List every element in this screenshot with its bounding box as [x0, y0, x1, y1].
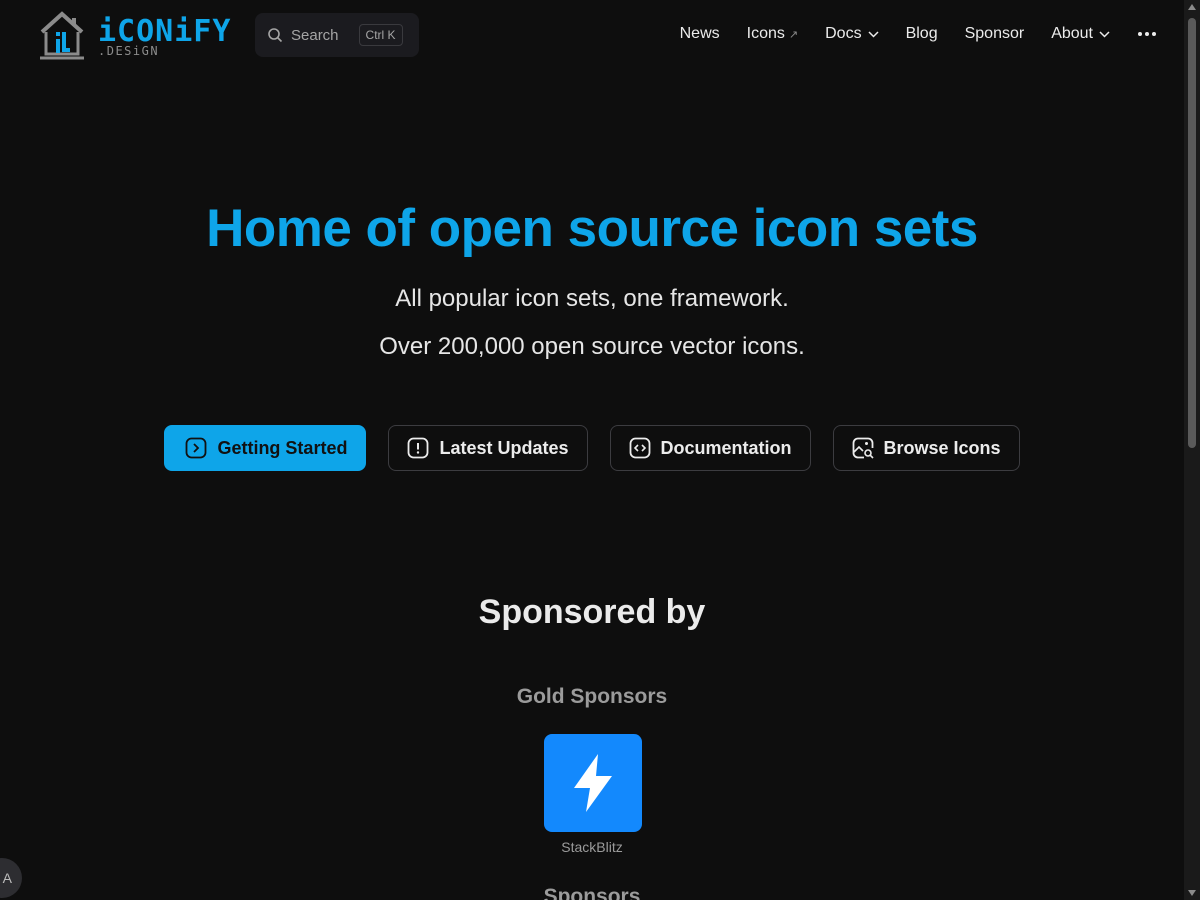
sponsor-name: StackBlitz — [561, 839, 623, 855]
button-label: Documentation — [660, 437, 792, 458]
search-button[interactable]: Search Ctrl K — [255, 13, 419, 57]
more-menu-icon[interactable] — [1138, 32, 1156, 36]
logo-subtext: .DESiGN — [98, 44, 160, 58]
hero-tagline: Over 200,000 open source vector icons. — [379, 333, 805, 360]
nav-label: Icons — [746, 25, 785, 42]
search-label: Search — [291, 26, 339, 44]
hero-tagline: All popular icon sets, one framework. — [395, 285, 789, 312]
nav-label: About — [1051, 25, 1093, 42]
nav-label: Blog — [905, 25, 938, 42]
nav-label: Sponsor — [964, 25, 1025, 42]
sponsors-heading: Sponsors — [543, 885, 641, 900]
image-search-icon — [852, 437, 874, 459]
code-square-icon — [629, 437, 650, 459]
sponsored-heading: Sponsored by — [478, 593, 706, 631]
nav-label: News — [679, 25, 720, 42]
nav-news[interactable]: News — [680, 25, 720, 43]
button-label: Getting Started — [217, 437, 348, 458]
alert-square-icon — [408, 437, 429, 459]
lightning-bolt-icon — [574, 754, 612, 812]
browse-icons-button[interactable]: Browse Icons — [832, 425, 1020, 471]
iconify-logo[interactable]: iCONiFY .DESiGN — [38, 10, 230, 60]
external-link-icon: ↗ — [788, 28, 799, 41]
hero-title: Home of open source icon sets — [206, 199, 978, 258]
search-shortcut: Ctrl K — [358, 24, 403, 46]
nav-label: Docs — [825, 25, 862, 42]
nav-blog[interactable]: Blog — [906, 25, 938, 43]
chevron-down-icon — [1099, 31, 1110, 38]
chevron-right-square-icon — [186, 437, 207, 459]
getting-started-button[interactable]: Getting Started — [164, 425, 367, 471]
nav-icons[interactable]: Icons ↗ — [747, 25, 798, 43]
latest-updates-button[interactable]: Latest Updates — [388, 425, 588, 471]
page-scrollbar[interactable] — [1184, 0, 1200, 900]
main-nav: News Icons ↗ Docs Blog Sponsor About — [653, 22, 1156, 46]
scroll-down-arrow-icon[interactable] — [1188, 890, 1196, 896]
button-label: Browse Icons — [883, 437, 1001, 458]
chevron-down-icon — [868, 31, 879, 38]
scrollbar-thumb[interactable] — [1188, 18, 1196, 448]
translate-icon: A — [2, 870, 12, 886]
hero-actions: Getting Started Latest Updates Documenta… — [0, 425, 1184, 471]
nav-docs[interactable]: Docs — [825, 25, 879, 43]
nav-about[interactable]: About — [1051, 25, 1110, 43]
gold-sponsors-heading: Gold Sponsors — [516, 685, 668, 708]
site-header: iCONiFY .DESiGN Search Ctrl K News Icons… — [0, 0, 1184, 70]
search-icon — [268, 28, 283, 43]
scroll-up-arrow-icon[interactable] — [1188, 4, 1196, 10]
button-label: Latest Updates — [439, 437, 569, 458]
documentation-button[interactable]: Documentation — [609, 425, 811, 471]
house-logo-icon — [40, 11, 84, 60]
nav-sponsor[interactable]: Sponsor — [965, 25, 1025, 43]
stackblitz-sponsor-link[interactable] — [544, 734, 642, 832]
